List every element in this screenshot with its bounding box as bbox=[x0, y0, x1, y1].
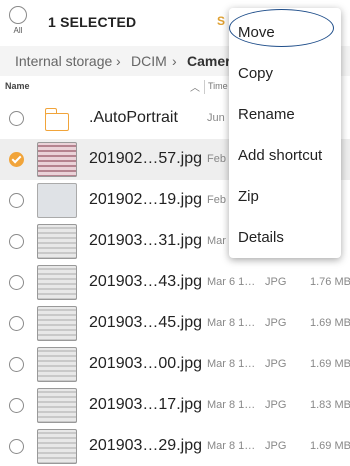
image-thumbnail bbox=[37, 265, 77, 300]
overflow-menu: Move Copy Rename Add shortcut Zip Detail… bbox=[229, 8, 341, 258]
breadcrumb-internal-storage[interactable]: Internal storage bbox=[15, 53, 112, 69]
file-name: 201903…00.jpg bbox=[89, 355, 202, 372]
file-type: JPG bbox=[265, 317, 287, 329]
list-item[interactable]: 201903…17.jpg Mar 8 1… JPG 1.83 MB bbox=[0, 385, 350, 426]
breadcrumb-camera[interactable]: Camer bbox=[187, 53, 231, 69]
file-name: 201902…57.jpg bbox=[89, 150, 202, 167]
item-checkbox[interactable] bbox=[9, 275, 24, 290]
menu-item-rename[interactable]: Rename bbox=[229, 92, 341, 132]
image-thumbnail bbox=[37, 347, 77, 382]
menu-item-label: Zip bbox=[238, 188, 259, 205]
menu-item-label: Move bbox=[238, 24, 275, 41]
file-name: 201903…17.jpg bbox=[89, 396, 202, 413]
select-all-label: All bbox=[13, 26, 23, 35]
item-checkbox[interactable] bbox=[9, 357, 24, 372]
item-checkbox[interactable] bbox=[9, 111, 24, 126]
menu-item-move[interactable]: Move bbox=[229, 10, 341, 50]
menu-item-add-shortcut[interactable]: Add shortcut bbox=[229, 133, 341, 173]
menu-item-copy[interactable]: Copy bbox=[229, 51, 341, 91]
sort-up-icon[interactable]: ︿ bbox=[190, 79, 200, 94]
file-type: JPG bbox=[265, 399, 287, 411]
file-name: 201903…31.jpg bbox=[89, 232, 202, 249]
image-thumbnail bbox=[37, 388, 77, 423]
list-item[interactable]: 201903…00.jpg Mar 8 1… JPG 1.69 MB bbox=[0, 344, 350, 385]
file-size: 1.83 MB bbox=[310, 399, 350, 411]
breadcrumb-separator-icon: › bbox=[172, 53, 177, 69]
file-date: Mar 6 1… bbox=[207, 276, 256, 288]
file-type: JPG bbox=[265, 358, 287, 370]
file-date: Mar 8 1… bbox=[207, 358, 256, 370]
breadcrumb-dcim[interactable]: DCIM bbox=[131, 53, 167, 69]
column-divider bbox=[204, 80, 205, 94]
file-date: Mar bbox=[207, 235, 226, 247]
menu-item-label: Add shortcut bbox=[238, 147, 323, 164]
file-date: Mar 8 1… bbox=[207, 399, 256, 411]
list-item[interactable]: 201903…43.jpg Mar 6 1… JPG 1.76 MB bbox=[0, 262, 350, 303]
image-thumbnail bbox=[37, 183, 77, 218]
file-size: 1.69 MB bbox=[310, 358, 350, 370]
file-date: Feb bbox=[207, 194, 226, 206]
item-checkbox[interactable] bbox=[9, 316, 24, 331]
file-name: 201903…43.jpg bbox=[89, 273, 202, 290]
image-thumbnail bbox=[37, 142, 77, 177]
select-all-circle-icon bbox=[9, 6, 27, 24]
image-thumbnail bbox=[37, 224, 77, 259]
file-date: Jun bbox=[207, 112, 225, 124]
select-all-checkbox[interactable]: All bbox=[6, 6, 30, 35]
share-button[interactable]: S bbox=[217, 14, 225, 28]
menu-item-zip[interactable]: Zip bbox=[229, 174, 341, 214]
image-thumbnail bbox=[37, 306, 77, 341]
item-checkbox[interactable] bbox=[9, 193, 24, 208]
file-type: JPG bbox=[265, 276, 287, 288]
menu-item-details[interactable]: Details bbox=[229, 215, 341, 255]
breadcrumb-separator-icon: › bbox=[116, 53, 121, 69]
item-checkbox[interactable] bbox=[9, 234, 24, 249]
file-size: 1.69 MB bbox=[310, 440, 350, 452]
file-type: JPG bbox=[265, 440, 287, 452]
file-date: Feb bbox=[207, 153, 226, 165]
file-date: Mar 8 1… bbox=[207, 440, 256, 452]
file-size: 1.76 MB bbox=[310, 276, 350, 288]
image-thumbnail bbox=[37, 429, 77, 464]
file-name: .AutoPortrait bbox=[89, 109, 178, 126]
file-name: 201902…19.jpg bbox=[89, 191, 202, 208]
list-item[interactable]: 201903…45.jpg Mar 8 1… JPG 1.69 MB bbox=[0, 303, 350, 344]
item-checkbox[interactable] bbox=[9, 398, 24, 413]
item-checkbox[interactable] bbox=[9, 439, 24, 454]
name-column-header[interactable]: Name bbox=[5, 81, 30, 91]
list-item[interactable]: 201903…29.jpg Mar 8 1… JPG 1.69 MB bbox=[0, 426, 350, 466]
menu-item-label: Copy bbox=[238, 65, 274, 82]
menu-item-label: Rename bbox=[238, 106, 295, 123]
file-date: Mar 8 1… bbox=[207, 317, 256, 329]
menu-item-label: Details bbox=[238, 229, 284, 246]
folder-icon bbox=[44, 108, 69, 131]
item-checkbox-checked[interactable] bbox=[9, 152, 24, 167]
time-column-header[interactable]: Time bbox=[208, 81, 228, 91]
file-name: 201903…29.jpg bbox=[89, 437, 202, 454]
selection-count: 1 SELECTED bbox=[48, 14, 137, 30]
file-size: 1.69 MB bbox=[310, 317, 350, 329]
file-name: 201903…45.jpg bbox=[89, 314, 202, 331]
